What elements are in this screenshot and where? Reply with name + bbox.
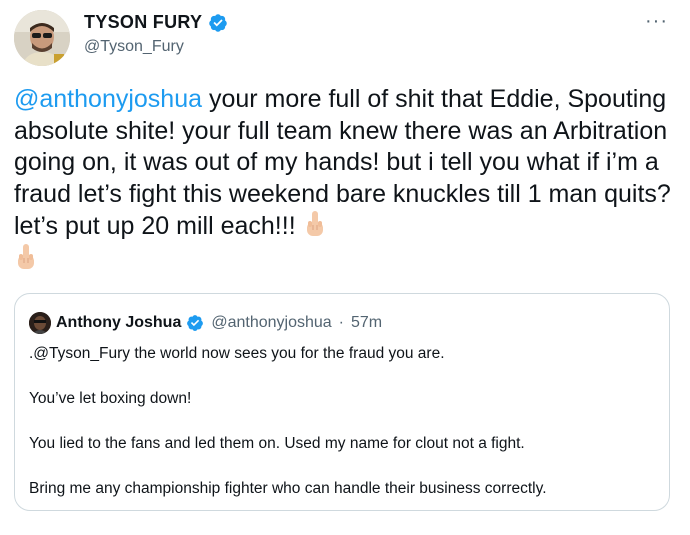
more-options-icon[interactable]: ···	[645, 10, 668, 33]
quoted-tweet-header: Anthony Joshua @anthonyjoshua · 57m	[29, 312, 382, 334]
author-avatar[interactable]	[14, 10, 70, 66]
verified-badge-icon	[209, 13, 228, 32]
tweet-text: @anthonyjoshua your more full of shit th…	[14, 84, 676, 275]
author-display-name[interactable]: TYSON FURY	[84, 12, 202, 33]
quoted-line: Bring me any championship fighter who ca…	[29, 480, 547, 497]
author-handle[interactable]: @Tyson_Fury	[84, 38, 184, 56]
quoted-timestamp[interactable]: 57m	[351, 314, 382, 332]
middle-finger-emoji-icon	[14, 243, 38, 273]
quoted-line: .@Tyson_Fury the world now sees you for …	[29, 345, 445, 362]
quoted-line: You’ve let boxing down!	[29, 390, 192, 407]
mention-link[interactable]: @anthonyjoshua	[14, 85, 202, 113]
author-name-row: TYSON FURY	[84, 12, 228, 33]
quoted-author-avatar[interactable]	[29, 312, 51, 334]
quoted-author-name[interactable]: Anthony Joshua	[56, 314, 181, 332]
quoted-tweet-body: .@Tyson_Fury the world now sees you for …	[29, 344, 649, 524]
quoted-tweet[interactable]: Anthony Joshua @anthonyjoshua · 57m .@Ty…	[14, 293, 670, 511]
verified-badge-icon	[187, 315, 204, 331]
meta-separator: ·	[338, 314, 344, 331]
quoted-author-handle[interactable]: @anthonyjoshua	[211, 314, 331, 332]
middle-finger-emoji-icon	[303, 210, 327, 240]
quoted-line: You lied to the fans and led them on. Us…	[29, 435, 525, 452]
